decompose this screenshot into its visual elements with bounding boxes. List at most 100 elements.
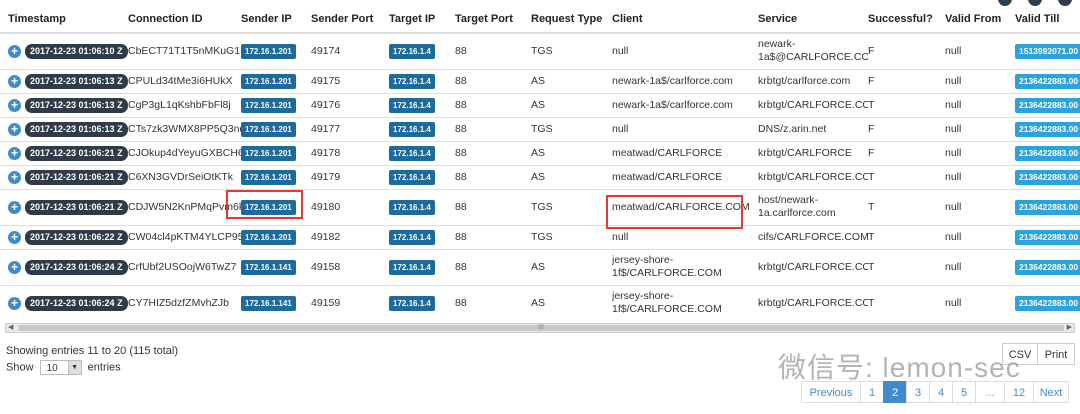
- connection-id-cell: C6XN3GVDrSeiOtKTk: [128, 164, 241, 189]
- timestamp-badge: 2017-12-23 01:06:24 Z: [25, 259, 128, 275]
- client-cell: null: [612, 116, 758, 141]
- scroll-left-icon[interactable]: ◀: [8, 324, 13, 332]
- expand-row-icon[interactable]: +: [8, 122, 21, 136]
- sender-ip-badge[interactable]: 172.16.1.201: [241, 73, 296, 89]
- table-row[interactable]: +2017-12-23 01:06:24 Z CrfUbf2USOojW6TwZ7…: [0, 248, 1080, 285]
- table-row[interactable]: +2017-12-23 01:06:21 Z CJOkup4dYeyuGXBCH6…: [0, 140, 1080, 165]
- target-ip-badge[interactable]: 172.16.1.4: [389, 169, 435, 185]
- table-row[interactable]: +2017-12-23 01:06:10 Z CbECT71T1T5nMKuG1 1…: [0, 32, 1080, 69]
- sender-ip-badge[interactable]: 172.16.1.141: [241, 295, 296, 311]
- sender-port-cell: 49182: [311, 224, 389, 249]
- timestamp-cell: +2017-12-23 01:06:21 Z: [0, 164, 128, 189]
- target-ip-badge[interactable]: 172.16.1.4: [389, 229, 435, 245]
- sender-ip-badge[interactable]: 172.16.1.201: [241, 97, 296, 113]
- table-row[interactable]: +2017-12-23 01:06:13 Z CTs7zk3WMX8PP5Q3nd…: [0, 116, 1080, 141]
- column-header-timestamp[interactable]: Timestamp: [0, 6, 128, 34]
- column-header-successful[interactable]: Successful?: [868, 6, 945, 34]
- sender-port-cell: 49179: [311, 164, 389, 189]
- target-ip-badge[interactable]: 172.16.1.4: [389, 73, 435, 89]
- page-button[interactable]: 12: [1004, 381, 1034, 403]
- next-button[interactable]: Next: [1033, 381, 1069, 403]
- successful-cell: T: [868, 284, 945, 318]
- timestamp-badge: 2017-12-23 01:06:21 Z: [25, 199, 128, 215]
- target-port-cell: 88: [455, 224, 531, 249]
- page-button[interactable]: 1: [860, 381, 884, 403]
- expand-row-icon[interactable]: +: [8, 170, 21, 184]
- valid-till-cell: 2136422883.00: [1015, 248, 1080, 285]
- expand-row-icon[interactable]: +: [8, 44, 21, 58]
- valid-from-cell: null: [945, 92, 1015, 117]
- expand-row-icon[interactable]: +: [8, 200, 21, 214]
- table-body: +2017-12-23 01:06:10 Z CbECT71T1T5nMKuG1 1…: [0, 32, 1080, 318]
- page-size-select[interactable]: 10 ▼: [39, 360, 82, 375]
- column-header-valid-till[interactable]: Valid Till: [1015, 6, 1080, 34]
- target-port-cell: 88: [455, 116, 531, 141]
- column-header-connection-id[interactable]: Connection ID: [128, 6, 241, 34]
- sender-ip-badge[interactable]: 172.16.1.201: [241, 229, 296, 245]
- sender-ip-badge[interactable]: 172.16.1.201: [241, 43, 296, 59]
- previous-button[interactable]: Previous: [801, 381, 861, 403]
- horizontal-scrollbar[interactable]: ◀ III ▶: [5, 323, 1075, 333]
- column-header-valid-from[interactable]: Valid From: [945, 6, 1015, 34]
- sender-ip-cell: 172.16.1.201: [241, 68, 311, 93]
- valid-till-badge: 2136422883.00: [1015, 97, 1080, 113]
- target-ip-badge[interactable]: 172.16.1.4: [389, 199, 435, 215]
- service-cell: DNS/z.arin.net: [758, 116, 868, 141]
- column-header-request-type[interactable]: Request Type: [531, 6, 612, 34]
- column-header-target-ip[interactable]: Target IP: [389, 6, 455, 34]
- target-ip-badge[interactable]: 172.16.1.4: [389, 43, 435, 59]
- column-header-service[interactable]: Service: [758, 6, 868, 34]
- valid-till-badge: 2136422883.00: [1015, 229, 1080, 245]
- successful-cell: T: [868, 188, 945, 225]
- table-row[interactable]: +2017-12-23 01:06:21 Z C6XN3GVDrSeiOtKTk 1…: [0, 164, 1080, 189]
- table-row[interactable]: +2017-12-23 01:06:22 Z CW04cl4pKTM4YLCP95…: [0, 224, 1080, 249]
- column-header-target-port[interactable]: Target Port: [455, 6, 531, 34]
- service-cell: host/newark-1a.carlforce.com: [758, 188, 868, 225]
- successful-cell: F: [868, 32, 945, 69]
- column-header-sender-port[interactable]: Sender Port: [311, 6, 389, 34]
- sender-ip-badge[interactable]: 172.16.1.201: [241, 169, 296, 185]
- valid-till-cell: 2136422883.00: [1015, 224, 1080, 249]
- scroll-right-icon[interactable]: ▶: [1067, 324, 1072, 332]
- target-ip-badge[interactable]: 172.16.1.4: [389, 259, 435, 275]
- column-header-sender-ip[interactable]: Sender IP: [241, 6, 311, 34]
- sender-ip-badge[interactable]: 172.16.1.201: [241, 121, 296, 137]
- sender-ip-badge[interactable]: 172.16.1.141: [241, 259, 296, 275]
- table-row[interactable]: +2017-12-23 01:06:21 Z CDJW5N2KnPMqPvm6k3…: [0, 188, 1080, 225]
- expand-row-icon[interactable]: +: [8, 98, 21, 112]
- request-type-cell: TGS: [531, 116, 612, 141]
- valid-till-badge: 2136422883.00: [1015, 121, 1080, 137]
- expand-row-icon[interactable]: +: [8, 230, 21, 244]
- service-cell: cifs/CARLFORCE.COM: [758, 224, 868, 249]
- page-button[interactable]: 3: [906, 381, 930, 403]
- connection-id-cell: CPULd34tMe3i6HUkX: [128, 68, 241, 93]
- valid-till-badge: 2136422883.00: [1015, 169, 1080, 185]
- print-button[interactable]: Print: [1037, 343, 1075, 365]
- client-cell: meatwad/CARLFORCE: [612, 164, 758, 189]
- client-cell: newark-1a$/carlforce.com: [612, 92, 758, 117]
- table-row[interactable]: +2017-12-23 01:06:24 Z CY7HIZ5dzfZMvhZJb 1…: [0, 284, 1080, 318]
- expand-row-icon[interactable]: +: [8, 260, 21, 274]
- sender-port-cell: 49180: [311, 188, 389, 225]
- target-ip-badge[interactable]: 172.16.1.4: [389, 295, 435, 311]
- request-type-cell: TGS: [531, 224, 612, 249]
- page-button[interactable]: 4: [929, 381, 953, 403]
- sender-ip-cell: 172.16.1.201: [241, 32, 311, 69]
- valid-till-cell: 2136422883.00: [1015, 68, 1080, 93]
- request-type-cell: AS: [531, 164, 612, 189]
- column-header-client[interactable]: Client: [612, 6, 758, 34]
- table-row[interactable]: +2017-12-23 01:06:13 Z CPULd34tMe3i6HUkX 1…: [0, 68, 1080, 93]
- table-row[interactable]: +2017-12-23 01:06:13 Z CgP3gL1qKshbFbFl8j…: [0, 92, 1080, 117]
- target-ip-badge[interactable]: 172.16.1.4: [389, 121, 435, 137]
- target-ip-badge[interactable]: 172.16.1.4: [389, 97, 435, 113]
- target-ip-cell: 172.16.1.4: [389, 116, 455, 141]
- sender-ip-badge[interactable]: 172.16.1.201: [241, 145, 296, 161]
- page-button[interactable]: 5: [952, 381, 976, 403]
- target-ip-badge[interactable]: 172.16.1.4: [389, 145, 435, 161]
- expand-row-icon[interactable]: +: [8, 296, 21, 310]
- page-button-active[interactable]: 2: [883, 381, 907, 403]
- expand-row-icon[interactable]: +: [8, 146, 21, 160]
- valid-till-badge: 2136422883.00: [1015, 145, 1080, 161]
- expand-row-icon[interactable]: +: [8, 74, 21, 88]
- table-header-row: Timestamp Connection ID Sender IP Sender Po…: [0, 6, 1080, 34]
